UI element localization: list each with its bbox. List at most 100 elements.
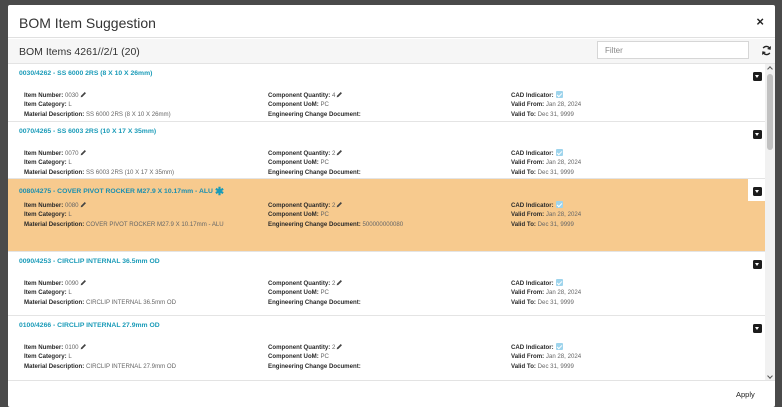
item-column-left: Item Number: 0100 Item Category: L Mater… [24, 343, 176, 371]
valid-from-label: Valid From: [511, 289, 545, 297]
item-number-value: 0030 [64, 92, 79, 99]
item-category-label: Item Category: [24, 101, 67, 109]
item-column-middle: Component Quantity: 2 Component UoM: PC … [268, 149, 361, 177]
collapse-toggle-icon[interactable] [753, 187, 762, 196]
valid-from-value: Jan 28, 2024 [545, 353, 582, 361]
item-category-label: Item Category: [24, 353, 67, 361]
item-header-link[interactable]: 0100/4266 - CIRCLIP INTERNAL 27.9mm OD [19, 322, 160, 329]
item-number-value: 0080 [64, 202, 79, 209]
item-column-right: CAD Indicator: Valid From: Jan 28, 2024 … [511, 343, 581, 371]
engineering-change-document-label: Engineering Change Document: [268, 110, 361, 118]
item-header-link[interactable]: 0090/4253 - CIRCLIP INTERNAL 36.5mm OD [19, 258, 160, 265]
list-item[interactable]: 0100/4266 - CIRCLIP INTERNAL 27.9mm OD I… [8, 316, 765, 380]
pencil-icon[interactable] [336, 149, 343, 156]
scroll-down-arrow-icon[interactable] [765, 373, 775, 380]
component-quantity-label: Component Quantity: [268, 92, 331, 99]
cad-indicator-checkbox[interactable] [555, 279, 563, 286]
pencil-icon[interactable] [336, 91, 343, 98]
material-description-label: Material Description: [24, 110, 85, 118]
valid-from-label: Valid From: [511, 353, 545, 361]
list-item[interactable]: 0090/4253 - CIRCLIP INTERNAL 36.5mm OD I… [8, 252, 765, 316]
cad-indicator-checkbox[interactable] [555, 343, 563, 350]
pencil-icon[interactable] [80, 201, 87, 208]
cad-indicator-checkbox[interactable] [555, 91, 563, 98]
valid-from-label: Valid From: [511, 159, 545, 167]
item-category-value: L [68, 289, 72, 297]
apply-button[interactable]: Apply [736, 390, 755, 399]
cad-indicator-checkbox[interactable] [555, 149, 563, 156]
material-description-label: Material Description: [24, 168, 85, 176]
filter-input[interactable] [597, 41, 749, 59]
valid-to-label: Valid To: [511, 220, 536, 228]
component-uom-label: Component UoM: [268, 289, 319, 297]
item-category-value: L [68, 211, 72, 219]
item-category-label: Item Category: [24, 289, 67, 297]
component-uom-label: Component UoM: [268, 211, 319, 219]
item-column-left: Item Number: 0080 Item Category: L Mater… [24, 201, 224, 229]
component-quantity-label: Component Quantity: [268, 344, 331, 351]
cad-indicator-label: CAD Indicator: [511, 344, 554, 351]
cad-indicator-label: CAD Indicator: [511, 280, 554, 287]
valid-to-value: Dec 31, 9999 [537, 298, 574, 306]
valid-to-label: Valid To: [511, 298, 536, 306]
component-quantity-value: 4 [332, 92, 336, 99]
engineering-change-document-value: 500000000080 [362, 220, 404, 228]
item-column-left: Item Number: 0070 Item Category: L Mater… [24, 149, 174, 177]
list-item[interactable]: 0070/4265 - SS 6003 2RS (10 X 17 X 35mm)… [8, 122, 765, 179]
collapse-toggle-icon[interactable] [753, 72, 762, 81]
valid-to-value: Dec 31, 9999 [537, 168, 574, 176]
collapse-toggle-icon[interactable] [753, 130, 762, 139]
item-number-label: Item Number: [24, 92, 64, 99]
scrollbar[interactable] [765, 64, 775, 380]
list-toolbar: BOM Items 4261//2/1 (20) [8, 39, 775, 64]
component-uom-value: PC [320, 289, 329, 297]
valid-to-value: Dec 31, 9999 [537, 110, 574, 118]
material-description-value: SS 6000 2RS (8 X 10 X 26mm) [85, 110, 171, 118]
pencil-icon[interactable] [80, 149, 87, 156]
pencil-icon[interactable] [336, 279, 343, 286]
item-number-value: 0100 [64, 344, 79, 351]
list-item[interactable]: 0080/4275 - COVER PIVOT ROCKER M27.9 X 1… [8, 179, 765, 252]
refresh-icon[interactable] [761, 45, 772, 56]
bom-item-suggestion-dialog: BOM Item Suggestion × BOM Items 4261//2/… [8, 5, 775, 407]
collapse-toggle-icon[interactable] [753, 260, 762, 269]
item-header-link[interactable]: 0070/4265 - SS 6003 2RS (10 X 17 X 35mm) [19, 128, 156, 135]
item-column-middle: Component Quantity: 4 Component UoM: PC … [268, 91, 361, 119]
component-uom-label: Component UoM: [268, 159, 319, 167]
scrollbar-thumb[interactable] [767, 74, 773, 150]
valid-from-label: Valid From: [511, 101, 545, 109]
item-column-left: Item Number: 0030 Item Category: L Mater… [24, 91, 171, 119]
valid-to-label: Valid To: [511, 110, 536, 118]
cad-indicator-label: CAD Indicator: [511, 92, 554, 99]
pencil-icon[interactable] [80, 279, 87, 286]
collapse-toggle-icon[interactable] [753, 324, 762, 333]
item-column-middle: Component Quantity: 2 Component UoM: PC … [268, 201, 403, 229]
pencil-icon[interactable] [80, 91, 87, 98]
item-header-link[interactable]: 0080/4275 - COVER PIVOT ROCKER M27.9 X 1… [19, 185, 224, 198]
bom-item-list: 0030/4262 - SS 6000 2RS (8 X 10 X 26mm) … [8, 64, 775, 381]
valid-from-value: Jan 28, 2024 [545, 159, 582, 167]
item-column-right: CAD Indicator: Valid From: Jan 28, 2024 … [511, 201, 581, 229]
pencil-icon[interactable] [80, 343, 87, 350]
item-number-value: 0070 [64, 150, 79, 157]
item-number-label: Item Number: [24, 280, 64, 287]
pencil-icon[interactable] [336, 201, 343, 208]
list-title: BOM Items 4261//2/1 (20) [19, 46, 140, 58]
valid-from-value: Jan 28, 2024 [545, 101, 582, 109]
component-quantity-label: Component Quantity: [268, 280, 331, 287]
close-icon[interactable]: × [756, 15, 764, 28]
valid-from-label: Valid From: [511, 211, 545, 219]
list-item[interactable]: 0030/4262 - SS 6000 2RS (8 X 10 X 26mm) … [8, 64, 765, 122]
component-uom-value: PC [320, 211, 329, 219]
item-header-link[interactable]: 0030/4262 - SS 6000 2RS (8 X 10 X 26mm) [19, 70, 152, 77]
item-category-value: L [68, 101, 72, 109]
item-column-right: CAD Indicator: Valid From: Jan 28, 2024 … [511, 279, 581, 307]
pencil-icon[interactable] [336, 343, 343, 350]
component-quantity-value: 2 [332, 150, 336, 157]
scroll-up-arrow-icon[interactable] [765, 64, 775, 72]
engineering-change-document-label: Engineering Change Document: [268, 220, 361, 228]
cad-indicator-checkbox[interactable] [555, 201, 563, 208]
item-column-middle: Component Quantity: 2 Component UoM: PC … [268, 343, 361, 371]
item-number-value: 0090 [64, 280, 79, 287]
material-description-value: COVER PIVOT ROCKER M27.9 X 10.17mm - ALU [85, 220, 224, 228]
